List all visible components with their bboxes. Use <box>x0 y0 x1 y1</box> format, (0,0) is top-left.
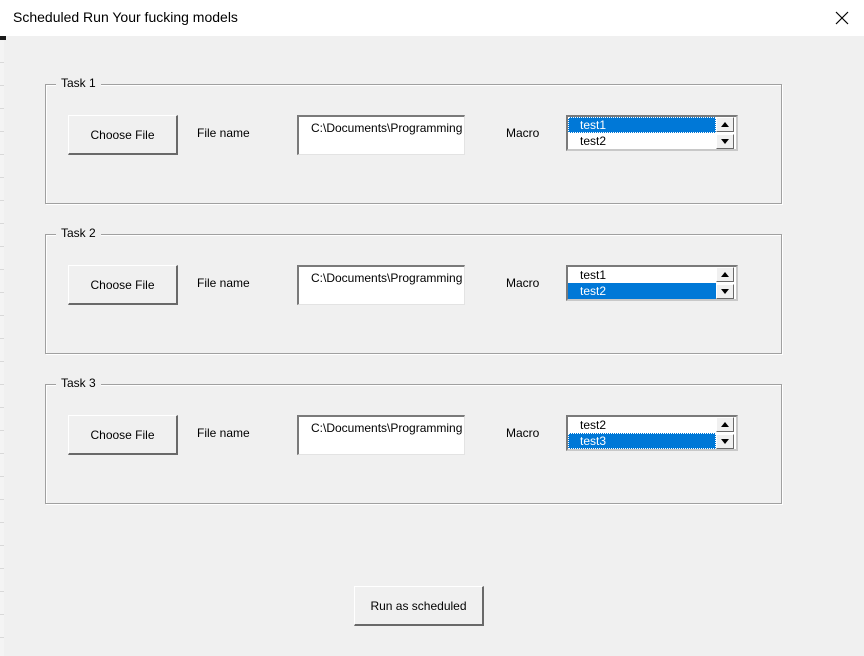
task-1-macro-label: Macro <box>506 126 540 140</box>
task-3-label: Task 3 <box>56 376 101 390</box>
task-1-file-name-label: File name <box>197 126 250 140</box>
window-title: Scheduled Run Your fucking models <box>13 9 238 25</box>
task-1-macro-option[interactable]: test2 <box>568 133 716 149</box>
task-2-macro-option[interactable]: test1 <box>568 267 716 283</box>
task-2-macro-option[interactable]: test2 <box>568 283 716 299</box>
task-3-macro-listbox[interactable]: test2 test3 <box>566 415 738 451</box>
task-3-choose-file-button[interactable]: Choose File <box>68 415 178 455</box>
task-3-macro-label: Macro <box>506 426 540 440</box>
task-1-file-name-input[interactable]: C:\Documents\Programming <box>297 115 465 155</box>
run-as-scheduled-button[interactable]: Run as scheduled <box>354 586 484 626</box>
arrow-up-icon <box>721 122 729 127</box>
background-spreadsheet-strip <box>0 40 4 656</box>
arrow-down-icon <box>721 139 729 144</box>
arrow-up-icon <box>721 422 729 427</box>
task-3-file-name-label: File name <box>197 426 250 440</box>
task-3-file-name-input[interactable]: C:\Documents\Programming <box>297 415 465 455</box>
task-2-choose-file-button[interactable]: Choose File <box>68 265 178 305</box>
close-button[interactable] <box>820 0 864 36</box>
arrow-up-icon <box>721 272 729 277</box>
task-3-frame: Task 3 Choose File File name C:\Document… <box>45 376 782 504</box>
task-2-macro-label: Macro <box>506 276 540 290</box>
task-3-macro-option[interactable]: test2 <box>568 417 716 433</box>
task-3-scroll-down-button[interactable] <box>716 434 734 449</box>
arrow-down-icon <box>721 289 729 294</box>
title-bar: Scheduled Run Your fucking models <box>0 0 864 36</box>
task-2-file-name-input[interactable]: C:\Documents\Programming <box>297 265 465 305</box>
arrow-down-icon <box>721 439 729 444</box>
task-1-frame: Task 1 Choose File File name C:\Document… <box>45 76 782 204</box>
task-1-macro-listbox[interactable]: test1 test2 <box>566 115 738 151</box>
task-2-file-name-label: File name <box>197 276 250 290</box>
task-1-macro-option[interactable]: test1 <box>568 117 716 133</box>
task-3-macro-option[interactable]: test3 <box>568 433 716 449</box>
task-1-scroll-down-button[interactable] <box>716 134 734 149</box>
task-2-label: Task 2 <box>56 226 101 240</box>
task-2-macro-listbox[interactable]: test1 test2 <box>566 265 738 301</box>
close-icon <box>835 11 849 25</box>
task-2-frame: Task 2 Choose File File name C:\Document… <box>45 226 782 354</box>
task-3-scroll-up-button[interactable] <box>716 417 734 432</box>
task-1-choose-file-button[interactable]: Choose File <box>68 115 178 155</box>
task-1-label: Task 1 <box>56 76 101 90</box>
task-2-scroll-down-button[interactable] <box>716 284 734 299</box>
task-1-scroll-up-button[interactable] <box>716 117 734 132</box>
task-2-scroll-up-button[interactable] <box>716 267 734 282</box>
